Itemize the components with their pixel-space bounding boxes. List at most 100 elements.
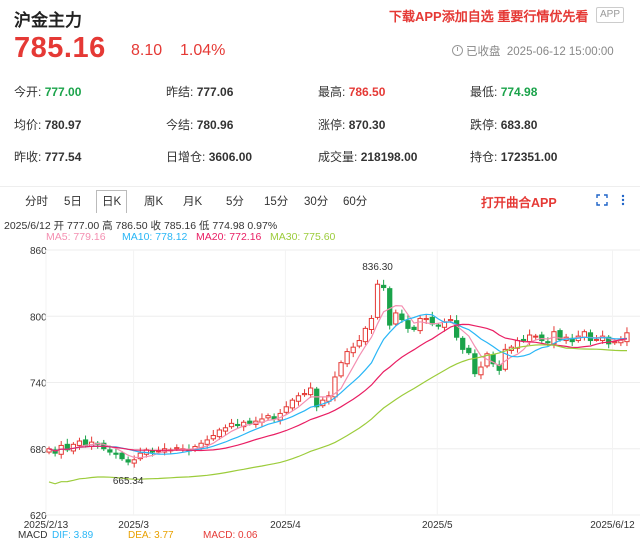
candle-body — [295, 395, 302, 402]
candle-body — [210, 435, 216, 440]
candle-body — [545, 341, 551, 344]
open-app-link[interactable]: 打开曲合APP — [481, 192, 557, 211]
candle-body — [526, 334, 533, 343]
stat-limit-up: 涨停: 870.30 — [318, 118, 386, 132]
stat-high: 最高: 786.50 — [318, 85, 386, 99]
x-tick-label: 2025/4 — [270, 520, 301, 530]
contract-title: 沪金主力 — [14, 11, 82, 30]
candle-body — [283, 406, 289, 413]
stat-limit-down: 跌停: 683.80 — [470, 118, 538, 132]
tab-monthly-k[interactable]: 月K — [183, 193, 202, 209]
period-tabs: 分时 5日 日K 周K 月K 5分 15分 30分 60分 打开曲合APP — [0, 186, 640, 215]
more-icon[interactable] — [620, 194, 626, 206]
stat-prev-settle: 昨结: 777.06 — [166, 85, 234, 99]
candle-body — [204, 439, 210, 445]
candle-body — [423, 317, 429, 321]
stat-oi-change: 日增仓: 3606.00 — [166, 150, 253, 164]
stat-volume: 成交量: 218198.00 — [318, 150, 418, 164]
candle-body — [338, 362, 344, 377]
x-tick-label: 2025/6/12 — [590, 520, 635, 530]
download-app-promo[interactable]: 下载APP添加自选 重要行情优先看 — [389, 6, 588, 25]
stat-settle: 今结: 780.96 — [166, 118, 234, 132]
stat-avg: 均价: 780.97 — [14, 118, 82, 132]
y-tick-label: 740 — [30, 379, 47, 390]
candle-body — [307, 387, 314, 396]
price-change-percent: 1.04% — [180, 42, 226, 59]
candle-body — [125, 459, 131, 463]
candle-body — [362, 327, 369, 343]
candle-body — [405, 320, 411, 329]
candle-body — [478, 366, 484, 376]
candle-body — [174, 447, 180, 450]
clock-icon — [452, 45, 463, 56]
candle-body — [344, 351, 350, 365]
candle-body — [587, 332, 594, 342]
candle-body — [265, 415, 271, 419]
candle-body — [222, 427, 229, 432]
x-tick-label: 2025/5 — [422, 520, 453, 530]
candle-body — [393, 312, 399, 325]
candle-body — [301, 393, 308, 396]
kline-chart[interactable]: 8608007406806202025/2/13 2025/3 2025/4 2025… — [0, 240, 640, 530]
stat-open: 今开: 777.00 — [14, 85, 82, 99]
candle-body — [399, 313, 405, 321]
candle-body — [131, 459, 137, 464]
x-tick-label: 2025/2/13 — [24, 520, 69, 530]
candle-body — [460, 337, 466, 350]
candle-body — [234, 423, 241, 427]
y-tick-label: 860 — [30, 246, 47, 257]
tab-weekly-k[interactable]: 周K — [144, 193, 163, 209]
candle-body — [289, 399, 296, 409]
candle-body — [374, 283, 381, 318]
candle-body — [380, 284, 387, 289]
y-tick-label: 680 — [30, 445, 47, 456]
high-annotation: 836.30 — [362, 262, 393, 273]
ma20-line — [48, 323, 628, 452]
stat-low: 最低: 774.98 — [470, 85, 538, 99]
candle-body — [314, 388, 320, 408]
last-price: 785.16 — [14, 32, 106, 64]
candle-body — [417, 317, 423, 332]
candle-body — [216, 429, 223, 438]
app-badge[interactable]: APP — [596, 7, 625, 23]
candle-body — [581, 331, 588, 338]
candle-body — [228, 422, 235, 428]
candle-body — [466, 347, 472, 354]
tab-15min[interactable]: 15分 — [264, 193, 288, 209]
tab-30min[interactable]: 30分 — [304, 193, 328, 209]
tab-5day[interactable]: 5日 — [64, 193, 82, 209]
status-text: 已收盘 — [466, 46, 501, 58]
candle-body — [387, 288, 393, 326]
candle-body — [368, 317, 375, 331]
status-datetime: 2025-06-12 15:00:00 — [506, 46, 614, 58]
candle-body — [411, 326, 417, 330]
ma5-line — [48, 304, 628, 459]
tab-daily-k[interactable]: 日K — [96, 190, 128, 213]
stat-prev-close: 昨收: 777.54 — [14, 150, 82, 164]
y-tick-label: 800 — [30, 312, 47, 323]
candle-body — [76, 440, 83, 446]
tab-5min[interactable]: 5分 — [226, 193, 244, 209]
candle-body — [533, 335, 539, 338]
candle-body — [539, 334, 545, 342]
macd-value: MACD: 0.06 — [203, 530, 258, 541]
x-tick-label: 2025/3 — [118, 520, 149, 530]
candle-body — [593, 338, 600, 341]
tab-60min[interactable]: 60分 — [343, 193, 367, 209]
tab-intraday[interactable]: 分时 — [25, 193, 48, 209]
candle-body — [624, 332, 630, 343]
low-annotation: 665.34 — [113, 476, 144, 487]
candle-body — [113, 452, 119, 455]
fullscreen-icon[interactable] — [596, 194, 608, 206]
candle-body — [119, 452, 125, 460]
candle-body — [520, 338, 527, 342]
candle-body — [107, 449, 113, 453]
candle-body — [155, 450, 162, 453]
macd-dif: DIF: 3.89 — [52, 530, 94, 541]
macd-dea: DEA: 3.77 — [128, 530, 174, 541]
candle-body — [435, 324, 442, 327]
stat-open-interest: 持仓: 172351.00 — [470, 150, 558, 164]
candle-body — [472, 353, 478, 375]
candle-body — [247, 420, 253, 424]
candle-body — [356, 340, 362, 347]
